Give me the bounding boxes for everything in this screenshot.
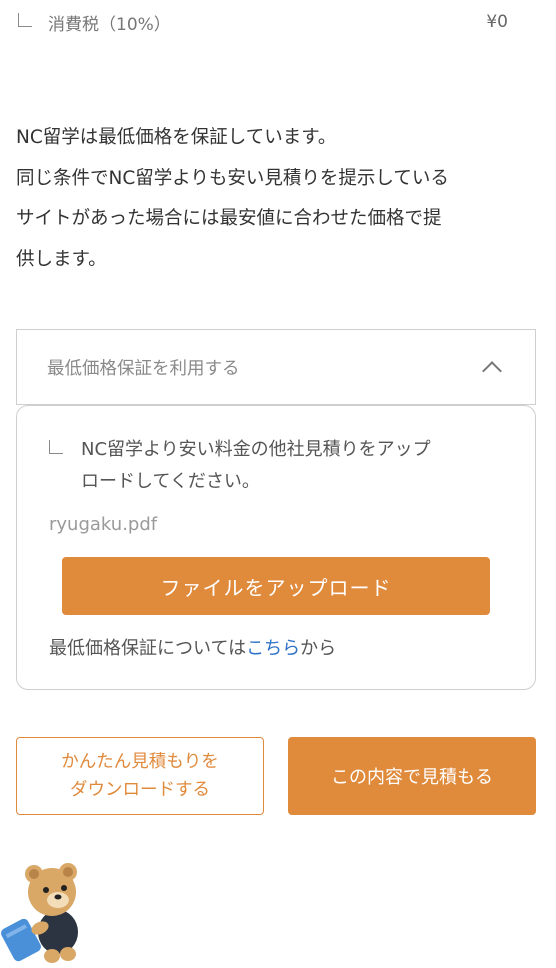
note-text: 最低価格保証については [49, 638, 247, 659]
guarantee-info-note: 最低価格保証についてはこちらから [49, 634, 336, 660]
tax-row: 消費税（10%） ¥0 [18, 8, 508, 36]
guarantee-line: 供します。 [16, 248, 107, 270]
upload-panel: NC留学より安い料金の他社見積りをアップ ロードしてください。 ryugaku.… [16, 405, 536, 690]
guarantee-line: NC留学は最低価格を保証しています。 [16, 127, 337, 148]
guarantee-line: 同じ条件でNC留学よりも安い見積りを提示している [16, 167, 449, 189]
upload-file-button[interactable]: ファイルをアップロード [62, 557, 490, 615]
instruction-line: ロードしてください。 [81, 471, 260, 492]
uploaded-filename: ryugaku.pdf [49, 514, 158, 535]
guarantee-details-link[interactable]: こちら [246, 638, 300, 659]
guarantee-line: サイトがあった場合には最安値に合わせた価格で提 [16, 208, 442, 229]
chevron-up-icon [482, 361, 502, 381]
price-guarantee-accordion-toggle[interactable]: 最低価格保証を利用する [16, 329, 536, 405]
tax-label: 消費税（10%） [48, 14, 171, 35]
submit-estimate-button[interactable]: この内容で見積もる [288, 737, 536, 815]
download-estimate-button[interactable]: かんたん見積もりを ダウンロードする [16, 737, 264, 815]
tax-amount: ¥0 [486, 12, 508, 32]
download-button-label: ダウンロードする [70, 780, 210, 800]
bear-mascot-icon [1, 863, 78, 963]
accordion-label: 最低価格保証を利用する [47, 358, 240, 379]
instruction-line: NC留学より安い料金の他社見積りをアップ [81, 439, 431, 460]
note-text: から [300, 638, 337, 659]
sub-item-corner-icon [49, 440, 63, 454]
sub-item-corner-icon [18, 13, 32, 27]
download-button-label: かんたん見積もりを [61, 752, 219, 772]
price-guarantee-description: NC留学は最低価格を保証しています。 同じ条件でNC留学よりも安い見積りを提示し… [16, 118, 536, 280]
upload-instruction: NC留学より安い料金の他社見積りをアップ ロードしてください。 [49, 434, 431, 498]
